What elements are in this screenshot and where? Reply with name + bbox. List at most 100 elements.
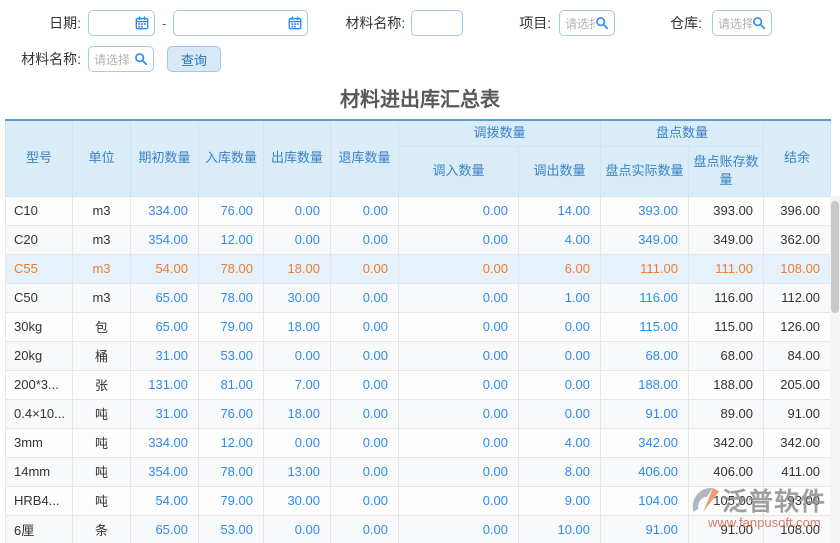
query-button[interactable]: 查询: [167, 46, 221, 72]
table-row[interactable]: HRB4...吨54.0079.0030.000.000.009.00104.0…: [6, 486, 831, 515]
cell-inventory-book: 89.00: [689, 399, 764, 428]
cell-return-qty: 0.00: [331, 486, 399, 515]
table-row[interactable]: 6厘条65.0053.000.000.000.0010.0091.0091.00…: [6, 515, 831, 543]
cell-return-qty: 0.00: [331, 283, 399, 312]
calendar-icon[interactable]: [288, 16, 302, 30]
cell-model: 30kg: [6, 312, 73, 341]
cell-initial-qty: 131.00: [131, 370, 199, 399]
col-header-transfer-out[interactable]: 调出数量: [519, 146, 601, 196]
cell-inventory-book: 393.00: [689, 196, 764, 225]
date-from-field[interactable]: [88, 10, 155, 36]
cell-return-qty: 0.00: [331, 428, 399, 457]
col-header-transfer-in[interactable]: 调入数量: [399, 146, 519, 196]
cell-model: C20: [6, 225, 73, 254]
table-row[interactable]: C10m3334.0076.000.000.000.0014.00393.003…: [6, 196, 831, 225]
col-header-initial-qty[interactable]: 期初数量: [131, 120, 199, 196]
date-to-input[interactable]: [179, 11, 288, 35]
col-header-model[interactable]: 型号: [6, 120, 73, 196]
cell-transfer-out: 1.00: [519, 283, 601, 312]
cell-in-qty: 12.00: [199, 225, 264, 254]
cell-inventory-book: 116.00: [689, 283, 764, 312]
cell-unit: 包: [73, 312, 131, 341]
cell-transfer-in: 0.00: [399, 225, 519, 254]
material-select-label: 材料名称:: [0, 49, 88, 69]
calendar-icon[interactable]: [135, 16, 149, 30]
search-icon[interactable]: [595, 16, 609, 30]
cell-in-qty: 78.00: [199, 283, 264, 312]
cell-in-qty: 53.00: [199, 341, 264, 370]
col-header-return-qty[interactable]: 退库数量: [331, 120, 399, 196]
cell-unit: 吨: [73, 428, 131, 457]
col-header-in-qty[interactable]: 入库数量: [199, 120, 264, 196]
cell-balance: 411.00: [764, 457, 831, 486]
cell-inventory-actual: 188.00: [601, 370, 689, 399]
cell-unit: m3: [73, 196, 131, 225]
scrollbar-thumb[interactable]: [831, 201, 839, 313]
page-title: 材料进出库汇总表: [0, 83, 840, 112]
col-header-out-qty[interactable]: 出库数量: [264, 120, 331, 196]
date-to-field[interactable]: [173, 10, 308, 36]
table-row[interactable]: 30kg包65.0079.0018.000.000.000.00115.0011…: [6, 312, 831, 341]
cell-transfer-out: 9.00: [519, 486, 601, 515]
vertical-scrollbar[interactable]: [830, 196, 840, 543]
cell-return-qty: 0.00: [331, 254, 399, 283]
cell-model: 3mm: [6, 428, 73, 457]
col-header-inventory-book[interactable]: 盘点账存数量: [689, 146, 764, 196]
cell-transfer-in: 0.00: [399, 486, 519, 515]
cell-transfer-out: 0.00: [519, 341, 601, 370]
cell-inventory-actual: 111.00: [601, 254, 689, 283]
cell-in-qty: 78.00: [199, 254, 264, 283]
col-group-transfer[interactable]: 调拨数量: [399, 120, 601, 146]
search-icon[interactable]: [752, 16, 766, 30]
material-name-input[interactable]: [417, 11, 457, 35]
cell-transfer-out: 0.00: [519, 370, 601, 399]
table-row[interactable]: 3mm吨334.0012.000.000.000.004.00342.00342…: [6, 428, 831, 457]
cell-balance: 108.00: [764, 515, 831, 543]
table-row[interactable]: 200*3...张131.0081.007.000.000.000.00188.…: [6, 370, 831, 399]
cell-inventory-book: 188.00: [689, 370, 764, 399]
cell-inventory-actual: 91.00: [601, 515, 689, 543]
col-header-balance[interactable]: 结余: [764, 120, 831, 196]
material-select[interactable]: 请选择: [88, 46, 154, 72]
cell-balance: 108.00: [764, 254, 831, 283]
table-row[interactable]: 0.4×10...吨31.0076.0018.000.000.000.0091.…: [6, 399, 831, 428]
date-label: 日期:: [0, 13, 88, 33]
cell-inventory-actual: 393.00: [601, 196, 689, 225]
material-name-field[interactable]: [411, 10, 463, 36]
cell-inventory-book: 105.00: [689, 486, 764, 515]
cell-out-qty: 0.00: [264, 196, 331, 225]
table-row[interactable]: C20m3354.0012.000.000.000.004.00349.0034…: [6, 225, 831, 254]
cell-unit: 桶: [73, 341, 131, 370]
cell-transfer-in: 0.00: [399, 283, 519, 312]
col-group-inventory[interactable]: 盘点数量: [601, 120, 764, 146]
cell-out-qty: 18.00: [264, 399, 331, 428]
cell-initial-qty: 334.00: [131, 196, 199, 225]
cell-model: 6厘: [6, 515, 73, 543]
material-name-label: 材料名称:: [345, 13, 405, 33]
col-header-unit[interactable]: 单位: [73, 120, 131, 196]
date-from-input[interactable]: [94, 11, 135, 35]
cell-inventory-actual: 116.00: [601, 283, 689, 312]
warehouse-select[interactable]: 请选择: [712, 10, 772, 36]
cell-inventory-actual: 406.00: [601, 457, 689, 486]
cell-inventory-book: 349.00: [689, 225, 764, 254]
cell-out-qty: 18.00: [264, 312, 331, 341]
table-row[interactable]: 14mm吨354.0078.0013.000.000.008.00406.004…: [6, 457, 831, 486]
cell-inventory-book: 68.00: [689, 341, 764, 370]
summary-table: 型号 单位 期初数量 入库数量 出库数量 退库数量 调拨数量 盘点数量 结余 调…: [5, 119, 830, 543]
cell-transfer-out: 4.00: [519, 428, 601, 457]
project-select[interactable]: 请选择: [559, 10, 615, 36]
cell-transfer-out: 8.00: [519, 457, 601, 486]
table-row[interactable]: C50m365.0078.0030.000.000.001.00116.0011…: [6, 283, 831, 312]
col-header-inventory-actual[interactable]: 盘点实际数量: [601, 146, 689, 196]
search-icon[interactable]: [134, 52, 148, 66]
table-row[interactable]: C55m354.0078.0018.000.000.006.00111.0011…: [6, 254, 831, 283]
cell-initial-qty: 65.00: [131, 283, 199, 312]
table-row[interactable]: 20kg桶31.0053.000.000.000.000.0068.0068.0…: [6, 341, 831, 370]
cell-balance: 362.00: [764, 225, 831, 254]
cell-balance: 205.00: [764, 370, 831, 399]
cell-transfer-in: 0.00: [399, 312, 519, 341]
project-label: 项目:: [519, 13, 551, 33]
table-header: 型号 单位 期初数量 入库数量 出库数量 退库数量 调拨数量 盘点数量 结余 调…: [6, 120, 831, 196]
cell-initial-qty: 54.00: [131, 254, 199, 283]
